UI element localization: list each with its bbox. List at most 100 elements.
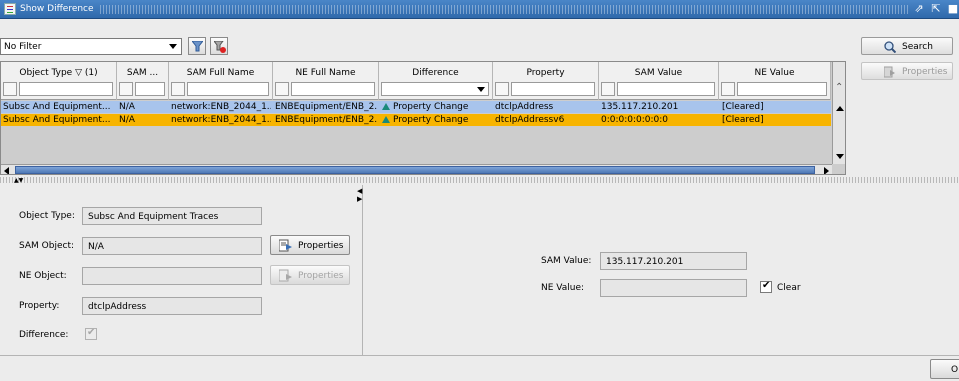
ne-object-field — [82, 267, 262, 285]
cell-ne-full-name: ENBEquipment/ENB_2... — [275, 102, 377, 112]
checkmark-icon: ✔ — [762, 280, 771, 291]
checkmark-icon: ✔ — [87, 327, 96, 338]
clear-filter-button[interactable] — [210, 37, 228, 55]
column-header-ne-value[interactable]: NE Value — [719, 62, 831, 100]
scrollbar-thumb[interactable] — [15, 166, 815, 174]
column-filter-input[interactable] — [135, 82, 165, 96]
object-type-label: Object Type: — [19, 211, 75, 221]
cell-sam: N/A — [119, 115, 135, 125]
sam-properties-button-label: Properties — [298, 241, 344, 251]
column-filter-toggle[interactable] — [171, 82, 185, 96]
cell-sam: N/A — [119, 102, 135, 112]
column-header-ne-full-name[interactable]: NE Full Name — [273, 62, 379, 100]
column-header-sam-full-name[interactable]: SAM Full Name — [169, 62, 273, 100]
table-row[interactable]: Subsc And Equipment... N/A network:ENB_2… — [1, 101, 831, 113]
sam-value-text: 135.117.210.201 — [606, 257, 684, 267]
column-label: NE Full Name — [295, 68, 356, 78]
ne-properties-button-label: Properties — [298, 271, 344, 281]
cell-sam-value: 0:0:0:0:0:0:0:0 — [601, 115, 669, 125]
cell-ne-value: [Cleared] — [722, 115, 764, 125]
cell-difference-text: Property Change — [393, 102, 469, 112]
filter-select[interactable]: No Filter — [0, 38, 182, 55]
column-filter-toggle[interactable] — [3, 82, 17, 96]
difference-filter-select[interactable] — [381, 82, 489, 96]
split-pane-divider[interactable]: ▲▼ — [0, 177, 959, 184]
column-filter-input[interactable] — [737, 82, 827, 96]
sam-value-label: SAM Value: — [541, 256, 592, 266]
column-filter-input[interactable] — [187, 82, 269, 96]
column-header-property[interactable]: Property — [493, 62, 599, 100]
close-icon[interactable]: ■ — [946, 2, 959, 16]
ok-button[interactable]: OK — [930, 359, 959, 379]
ne-properties-button[interactable]: Properties — [270, 265, 350, 285]
cell-property: dtclpAddressv6 — [495, 115, 565, 125]
cell-sam-full-name: network:ENB_2044_1... — [171, 102, 271, 112]
table-horizontal-scrollbar[interactable] — [1, 164, 832, 174]
column-filter-toggle[interactable] — [601, 82, 615, 96]
collapse-arrows-icon[interactable]: ◀ ▶ — [357, 187, 362, 203]
filter-select-value: No Filter — [4, 42, 42, 52]
properties-button-label: Properties — [902, 67, 948, 77]
difference-label: Difference: — [19, 330, 69, 340]
window-icon — [4, 3, 16, 15]
properties-icon — [279, 239, 292, 252]
sam-object-field: N/A — [82, 237, 262, 255]
column-label: Property — [526, 68, 565, 78]
scroll-down-icon[interactable] — [836, 154, 844, 159]
column-header-sam-value[interactable]: SAM Value — [599, 62, 719, 100]
clear-filter-icon — [214, 41, 226, 53]
search-icon — [884, 41, 896, 53]
column-header-sam[interactable]: SAM ... — [117, 62, 169, 100]
chevron-down-icon — [169, 44, 177, 49]
details-panel-left: Object Type: Subsc And Equipment Traces … — [0, 185, 359, 355]
column-label: Object Type ▽ (1) — [19, 68, 98, 78]
cell-ne-value: [Cleared] — [722, 102, 764, 112]
funnel-icon — [192, 41, 203, 52]
column-filter-input[interactable] — [617, 82, 715, 96]
splitter-arrows-icon[interactable]: ▲▼ — [14, 178, 23, 184]
column-filter-toggle[interactable] — [495, 82, 509, 96]
column-filter-input[interactable] — [291, 82, 375, 96]
table-vertical-scrollbar[interactable]: ⌃ — [832, 62, 845, 164]
table-row[interactable]: Subsc And Equipment... N/A network:ENB_2… — [1, 114, 831, 126]
cell-object-type: Subsc And Equipment... — [3, 115, 111, 125]
clear-checkbox[interactable]: ✔ — [760, 280, 772, 293]
property-label: Property: — [19, 301, 60, 311]
column-filter-toggle[interactable] — [721, 82, 735, 96]
cell-property: dtclpAddress — [495, 102, 554, 112]
filter-button[interactable] — [188, 37, 206, 55]
column-label: SAM ... — [126, 68, 159, 78]
title-bar: Show Difference ⇗ ⇱ ■ — [0, 0, 959, 19]
property-value: dtclpAddress — [88, 302, 147, 312]
column-filter-input[interactable] — [19, 82, 113, 96]
column-label: SAM Full Name — [186, 68, 255, 78]
difference-checkbox[interactable]: ✔ — [85, 327, 97, 340]
scroll-up-icon[interactable] — [836, 106, 844, 111]
scroll-left-icon[interactable] — [4, 167, 9, 174]
column-label: SAM Value — [634, 68, 683, 78]
object-type-value: Subsc And Equipment Traces — [88, 212, 219, 222]
footer-divider — [0, 355, 959, 356]
cell-object-type: Subsc And Equipment... — [3, 102, 111, 112]
search-button-label: Search — [902, 42, 933, 52]
sam-properties-button[interactable]: Properties — [270, 235, 350, 255]
column-filter-toggle[interactable] — [275, 82, 289, 96]
double-chevron-up-icon[interactable]: ⌃ — [835, 82, 843, 93]
chevron-down-icon — [477, 87, 485, 92]
column-filter-input[interactable] — [511, 82, 595, 96]
column-header-difference[interactable]: Difference — [379, 62, 493, 100]
panel-divider[interactable]: ◀ ▶ — [357, 185, 363, 355]
cell-sam-value: 135.117.210.201 — [601, 102, 679, 112]
cell-ne-full-name: ENBEquipment/ENB_2... — [275, 115, 377, 125]
cell-difference-text: Property Change — [393, 115, 469, 125]
search-button[interactable]: Search — [861, 37, 953, 55]
properties-button-top[interactable]: Properties — [861, 62, 953, 80]
difference-table: Object Type ▽ (1) SAM ... SAM Full Name … — [0, 61, 846, 175]
restore-icon[interactable]: ⇗ — [912, 2, 926, 16]
ne-object-label: NE Object: — [19, 271, 67, 281]
scroll-right-icon[interactable] — [824, 167, 829, 174]
column-header-object-type[interactable]: Object Type ▽ (1) — [1, 62, 117, 100]
column-filter-toggle[interactable] — [119, 82, 133, 96]
maximize-icon[interactable]: ⇱ — [929, 2, 943, 16]
column-label: Difference — [412, 68, 459, 78]
